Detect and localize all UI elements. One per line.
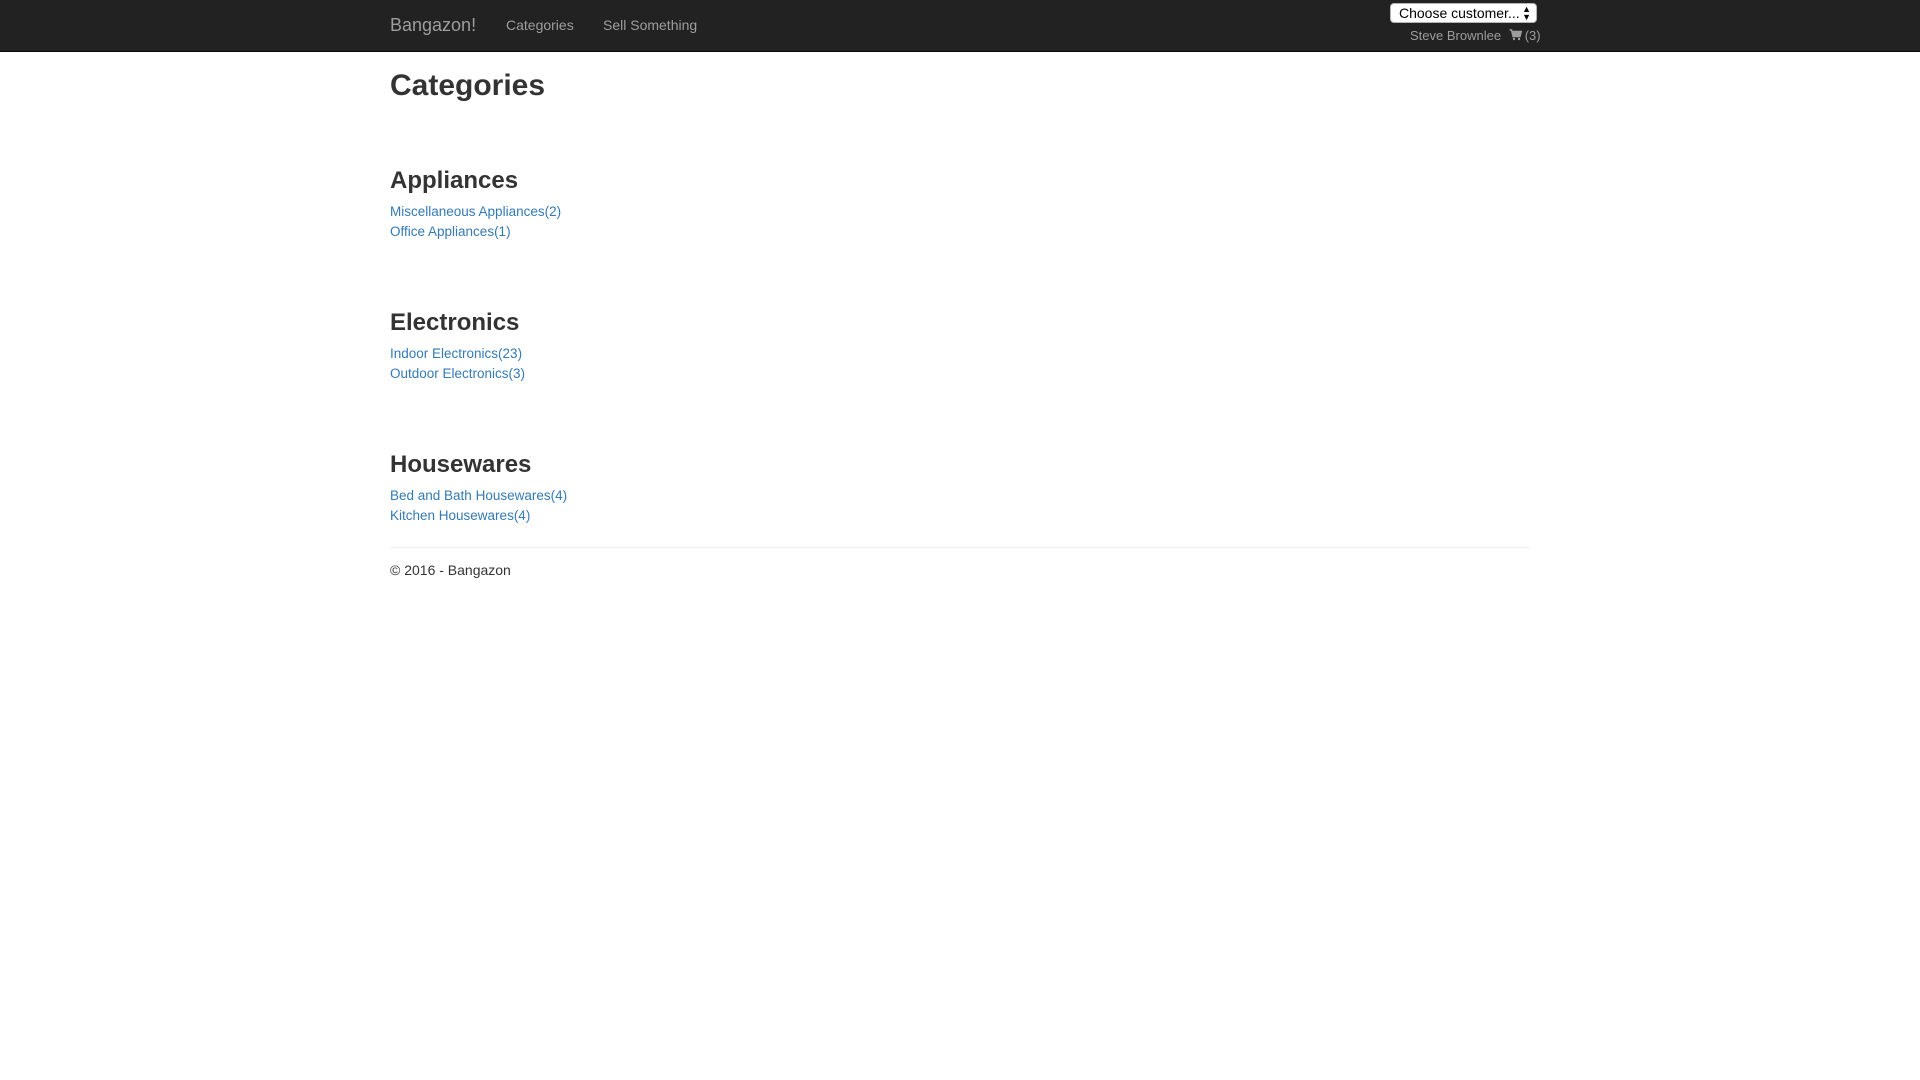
subcategory-list: Bed and Bath Housewares(4) Kitchen House… (390, 486, 567, 526)
user-name-link[interactable]: Steve Brownlee (1410, 28, 1501, 43)
customer-select-value: Choose customer... (1399, 5, 1520, 21)
cart-count: (3) (1524, 28, 1541, 43)
subcategory-link[interactable]: Kitchen Housewares(4) (390, 506, 530, 526)
subcategory-list: Indoor Electronics(23) Outdoor Electroni… (390, 344, 525, 384)
list-item: Bed and Bath Housewares(4) (390, 486, 567, 506)
category-section-electronics: Electronics Indoor Electronics(23) Outdo… (390, 309, 525, 384)
select-arrows-icon: ▲ ▼ (1522, 4, 1531, 22)
list-item: Miscellaneous Appliances(2) (390, 202, 561, 222)
category-heading: Electronics (390, 309, 520, 336)
nav-link-categories[interactable]: Categories (506, 0, 574, 51)
list-item: Indoor Electronics(23) (390, 344, 525, 364)
brand-link[interactable]: Bangazon! (390, 0, 476, 51)
list-item: Office Appliances(1) (390, 222, 561, 242)
category-section-housewares: Housewares Bed and Bath Housewares(4) Ki… (390, 451, 567, 526)
user-cart-line: Steve Brownlee (3) (1410, 28, 1541, 44)
subcategory-link[interactable]: Office Appliances(1) (390, 222, 511, 242)
subcategory-link[interactable]: Outdoor Electronics(3) (390, 364, 525, 384)
subcategory-link[interactable]: Bed and Bath Housewares(4) (390, 486, 567, 506)
category-heading: Housewares (390, 451, 532, 478)
page-title: Categories (390, 69, 546, 102)
footer-divider (390, 547, 1530, 548)
customer-select[interactable]: Choose customer... ▲ ▼ (1390, 3, 1537, 23)
nav-link-sell-something[interactable]: Sell Something (603, 0, 697, 51)
subcategory-link[interactable]: Miscellaneous Appliances(2) (390, 202, 561, 222)
category-section-appliances: Appliances Miscellaneous Appliances(2) O… (390, 167, 561, 242)
shopping-cart-icon (1509, 29, 1522, 44)
subcategory-list: Miscellaneous Appliances(2) Office Appli… (390, 202, 561, 242)
subcategory-link[interactable]: Indoor Electronics(23) (390, 344, 522, 364)
main-container: Categories Appliances Miscellaneous Appl… (390, 51, 1530, 578)
footer-copyright: © 2016 - Bangazon (390, 562, 511, 578)
cart-link[interactable]: (3) (1509, 28, 1541, 43)
list-item: Kitchen Housewares(4) (390, 506, 567, 526)
list-item: Outdoor Electronics(3) (390, 364, 525, 384)
top-navbar: Bangazon! Categories Sell Something Choo… (0, 0, 1920, 52)
category-heading: Appliances (390, 167, 519, 194)
